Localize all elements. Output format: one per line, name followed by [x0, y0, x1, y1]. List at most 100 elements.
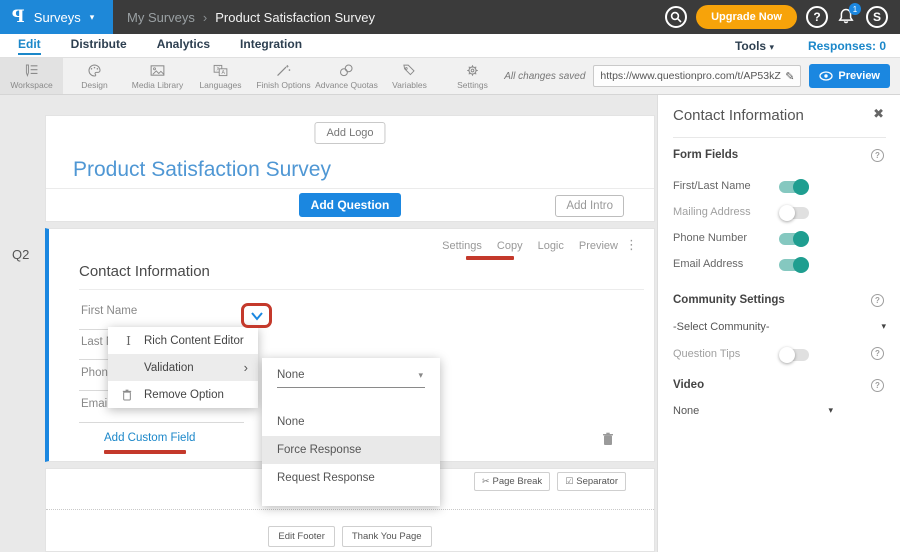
notifications-button[interactable]: 1	[837, 6, 857, 28]
design-palette-icon	[86, 63, 103, 78]
add-logo-button[interactable]: Add Logo	[314, 122, 385, 144]
community-select[interactable]: -Select Community- ▾	[673, 321, 886, 333]
community-settings-help-icon[interactable]: ?	[871, 294, 884, 307]
form-fields-help-icon[interactable]: ?	[871, 149, 884, 162]
field-context-menu: I Rich Content Editor Validation › Remov…	[108, 327, 258, 408]
edit-url-icon[interactable]: ✎	[785, 70, 794, 83]
field-email-input[interactable]	[79, 422, 244, 423]
toggle-label-phone-number: Phone Number	[673, 232, 747, 244]
toolbar-design[interactable]: Design	[63, 58, 126, 94]
toggle-knob	[779, 205, 795, 221]
media-library-icon	[149, 63, 166, 78]
toolbar-media-library[interactable]: Media Library	[126, 58, 189, 94]
product-menu-label: Surveys	[34, 10, 81, 25]
preview-button[interactable]: Preview	[809, 64, 890, 88]
autosave-status: All changes saved	[504, 71, 585, 82]
toolbar-media-library-label: Media Library	[132, 80, 184, 90]
section-nav: Edit Distribute Analytics Integration To…	[0, 34, 900, 58]
tools-label: Tools	[735, 39, 766, 53]
validation-selected-value: None	[277, 369, 305, 381]
toggle-phone-number[interactable]	[779, 233, 809, 245]
validation-option-force-response[interactable]: Force Response	[262, 436, 440, 464]
tab-integration[interactable]: Integration	[240, 37, 302, 55]
eye-icon	[819, 71, 833, 81]
question-title[interactable]: Contact Information	[79, 263, 210, 280]
toolbar-variables[interactable]: Variables	[378, 58, 441, 94]
breadcrumb-separator-icon: ›	[203, 10, 207, 25]
question-settings-sidebar: Contact Information ✖ Form Fields ? Firs…	[657, 95, 900, 552]
chevron-down-icon: ▾	[881, 322, 886, 332]
menu-item-remove-option[interactable]: Remove Option	[108, 381, 258, 408]
video-select[interactable]: None ▾	[673, 405, 833, 417]
tab-analytics[interactable]: Analytics	[157, 37, 210, 55]
question-tips-help-icon[interactable]: ?	[871, 347, 884, 360]
question-logic-action[interactable]: Logic	[538, 240, 564, 252]
separator-label: Separator	[576, 476, 618, 487]
toolbar-design-label: Design	[81, 80, 107, 90]
account-avatar[interactable]: S	[866, 6, 888, 28]
question-preview-action[interactable]: Preview	[579, 240, 618, 252]
toolbar-languages[interactable]: XA Languages	[189, 58, 252, 94]
toolbar-finish-options[interactable]: Finish Options	[252, 58, 315, 94]
question-divider	[79, 289, 644, 290]
search-button[interactable]	[665, 6, 687, 28]
validation-select[interactable]: None ▾	[277, 369, 425, 388]
dotted-divider	[46, 509, 654, 510]
toggle-knob	[793, 257, 809, 273]
avatar-initial: S	[873, 10, 881, 24]
validation-option-request-response[interactable]: Request Response	[262, 464, 440, 492]
toggle-first-last-name[interactable]	[779, 181, 809, 193]
toggle-question-tips[interactable]	[779, 349, 809, 361]
toolbar-finish-options-label: Finish Options	[256, 80, 310, 90]
breadcrumb-current: Product Satisfaction Survey	[215, 10, 375, 25]
validation-option-none[interactable]: None	[262, 408, 440, 436]
submenu-arrow-icon: ›	[244, 360, 248, 375]
question-number: Q2	[12, 247, 29, 262]
toolbar-settings[interactable]: Settings	[441, 58, 504, 94]
survey-title[interactable]: Product Satisfaction Survey	[73, 158, 331, 182]
question-settings-action[interactable]: Settings	[442, 240, 482, 252]
video-help-icon[interactable]: ?	[871, 379, 884, 392]
toolbar-workspace[interactable]: Workspace	[0, 58, 63, 94]
menu-item-validation[interactable]: Validation ›	[108, 354, 258, 381]
tab-edit[interactable]: Edit	[18, 37, 41, 55]
delete-question-button[interactable]	[602, 432, 614, 446]
tag-icon	[401, 63, 418, 78]
question-copy-action[interactable]: Copy	[497, 240, 523, 252]
languages-icon: XA	[212, 63, 229, 78]
thank-you-page-button[interactable]: Thank You Page	[342, 526, 432, 547]
tab-distribute[interactable]: Distribute	[71, 37, 127, 55]
field-options-chevron-icon[interactable]	[250, 311, 264, 321]
add-question-button[interactable]: Add Question	[299, 193, 402, 217]
edit-footer-button[interactable]: Edit Footer	[268, 526, 334, 547]
survey-url-box[interactable]: ✎	[593, 65, 801, 87]
add-custom-field-link[interactable]: Add Custom Field	[104, 432, 195, 444]
separator-icon: ☑	[565, 477, 573, 487]
help-button[interactable]: ?	[806, 6, 828, 28]
breadcrumb-my-surveys[interactable]: My Surveys	[127, 10, 195, 25]
trash-icon	[602, 432, 614, 446]
chevron-down-icon: ▾	[828, 406, 833, 416]
toggle-email-address[interactable]	[779, 259, 809, 271]
toolbar-workspace-label: Workspace	[10, 80, 52, 90]
community-selected-value: -Select Community-	[673, 321, 770, 333]
product-switcher[interactable]: P Surveys ▾	[0, 0, 113, 34]
survey-url-input[interactable]	[600, 70, 781, 82]
responses-link[interactable]: Responses: 0	[808, 39, 886, 53]
workspace-icon	[23, 63, 40, 78]
field-first-name[interactable]: First Name	[81, 305, 137, 317]
close-icon[interactable]: ✖	[873, 107, 884, 122]
upgrade-now-button[interactable]: Upgrade Now	[696, 5, 797, 29]
add-intro-button[interactable]: Add Intro	[555, 195, 624, 217]
question-more-menu-icon[interactable]: ⋮	[625, 238, 638, 253]
toggle-mailing-address[interactable]	[779, 207, 809, 219]
menu-item-rich-content-editor[interactable]: I Rich Content Editor	[108, 327, 258, 354]
page-break-button[interactable]: ✂ Page Break	[474, 472, 550, 491]
toolbar-advance-quotas[interactable]: Advance Quotas	[315, 58, 378, 94]
question-tips-label: Question Tips	[673, 348, 740, 360]
separator-button[interactable]: ☑ Separator	[557, 472, 626, 491]
tools-menu[interactable]: Tools ▾	[735, 39, 774, 53]
toggle-knob	[779, 347, 795, 363]
video-heading: Video	[673, 379, 704, 391]
form-fields-heading: Form Fields	[673, 149, 738, 161]
